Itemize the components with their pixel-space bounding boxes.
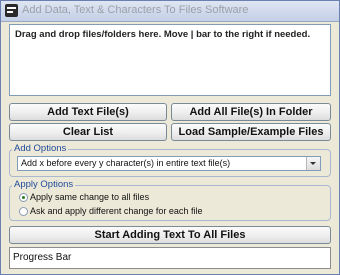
- app-icon: [5, 4, 18, 17]
- add-options-dropdown[interactable]: Add x before every y character(s) in ent…: [17, 156, 321, 171]
- load-sample-files-button[interactable]: Load Sample/Example Files: [171, 123, 331, 141]
- progress-bar: Progress Bar: [9, 247, 331, 269]
- progress-label: Progress Bar: [13, 252, 72, 263]
- clear-list-button[interactable]: Clear List: [9, 123, 167, 141]
- add-options-legend: Add Options: [12, 143, 69, 154]
- radio-unselected-icon[interactable]: [19, 207, 28, 216]
- window-title: Add Data, Text & Characters To Files Sof…: [22, 4, 249, 16]
- add-all-files-in-folder-button[interactable]: Add All File(s) In Folder: [171, 103, 331, 121]
- start-adding-text-button[interactable]: Start Adding Text To All Files: [9, 226, 331, 244]
- radio-selected-icon[interactable]: [19, 193, 28, 202]
- radio-apply-same-label: Apply same change to all files: [30, 192, 150, 202]
- radio-ask-each-label: Ask and apply different change for each …: [30, 206, 203, 216]
- file-list-dropzone[interactable]: Drag and drop files/folders here. Move |…: [9, 24, 331, 96]
- add-text-files-button[interactable]: Add Text File(s): [9, 103, 167, 121]
- app-window: Add Data, Text & Characters To Files Sof…: [0, 0, 340, 275]
- dropzone-label: Drag and drop files/folders here. Move |…: [15, 29, 311, 40]
- add-options-selected: Add x before every y character(s) in ent…: [21, 158, 231, 168]
- chevron-down-icon[interactable]: [306, 157, 320, 170]
- title-bar[interactable]: Add Data, Text & Characters To Files Sof…: [1, 1, 339, 22]
- apply-options-legend: Apply Options: [12, 179, 76, 190]
